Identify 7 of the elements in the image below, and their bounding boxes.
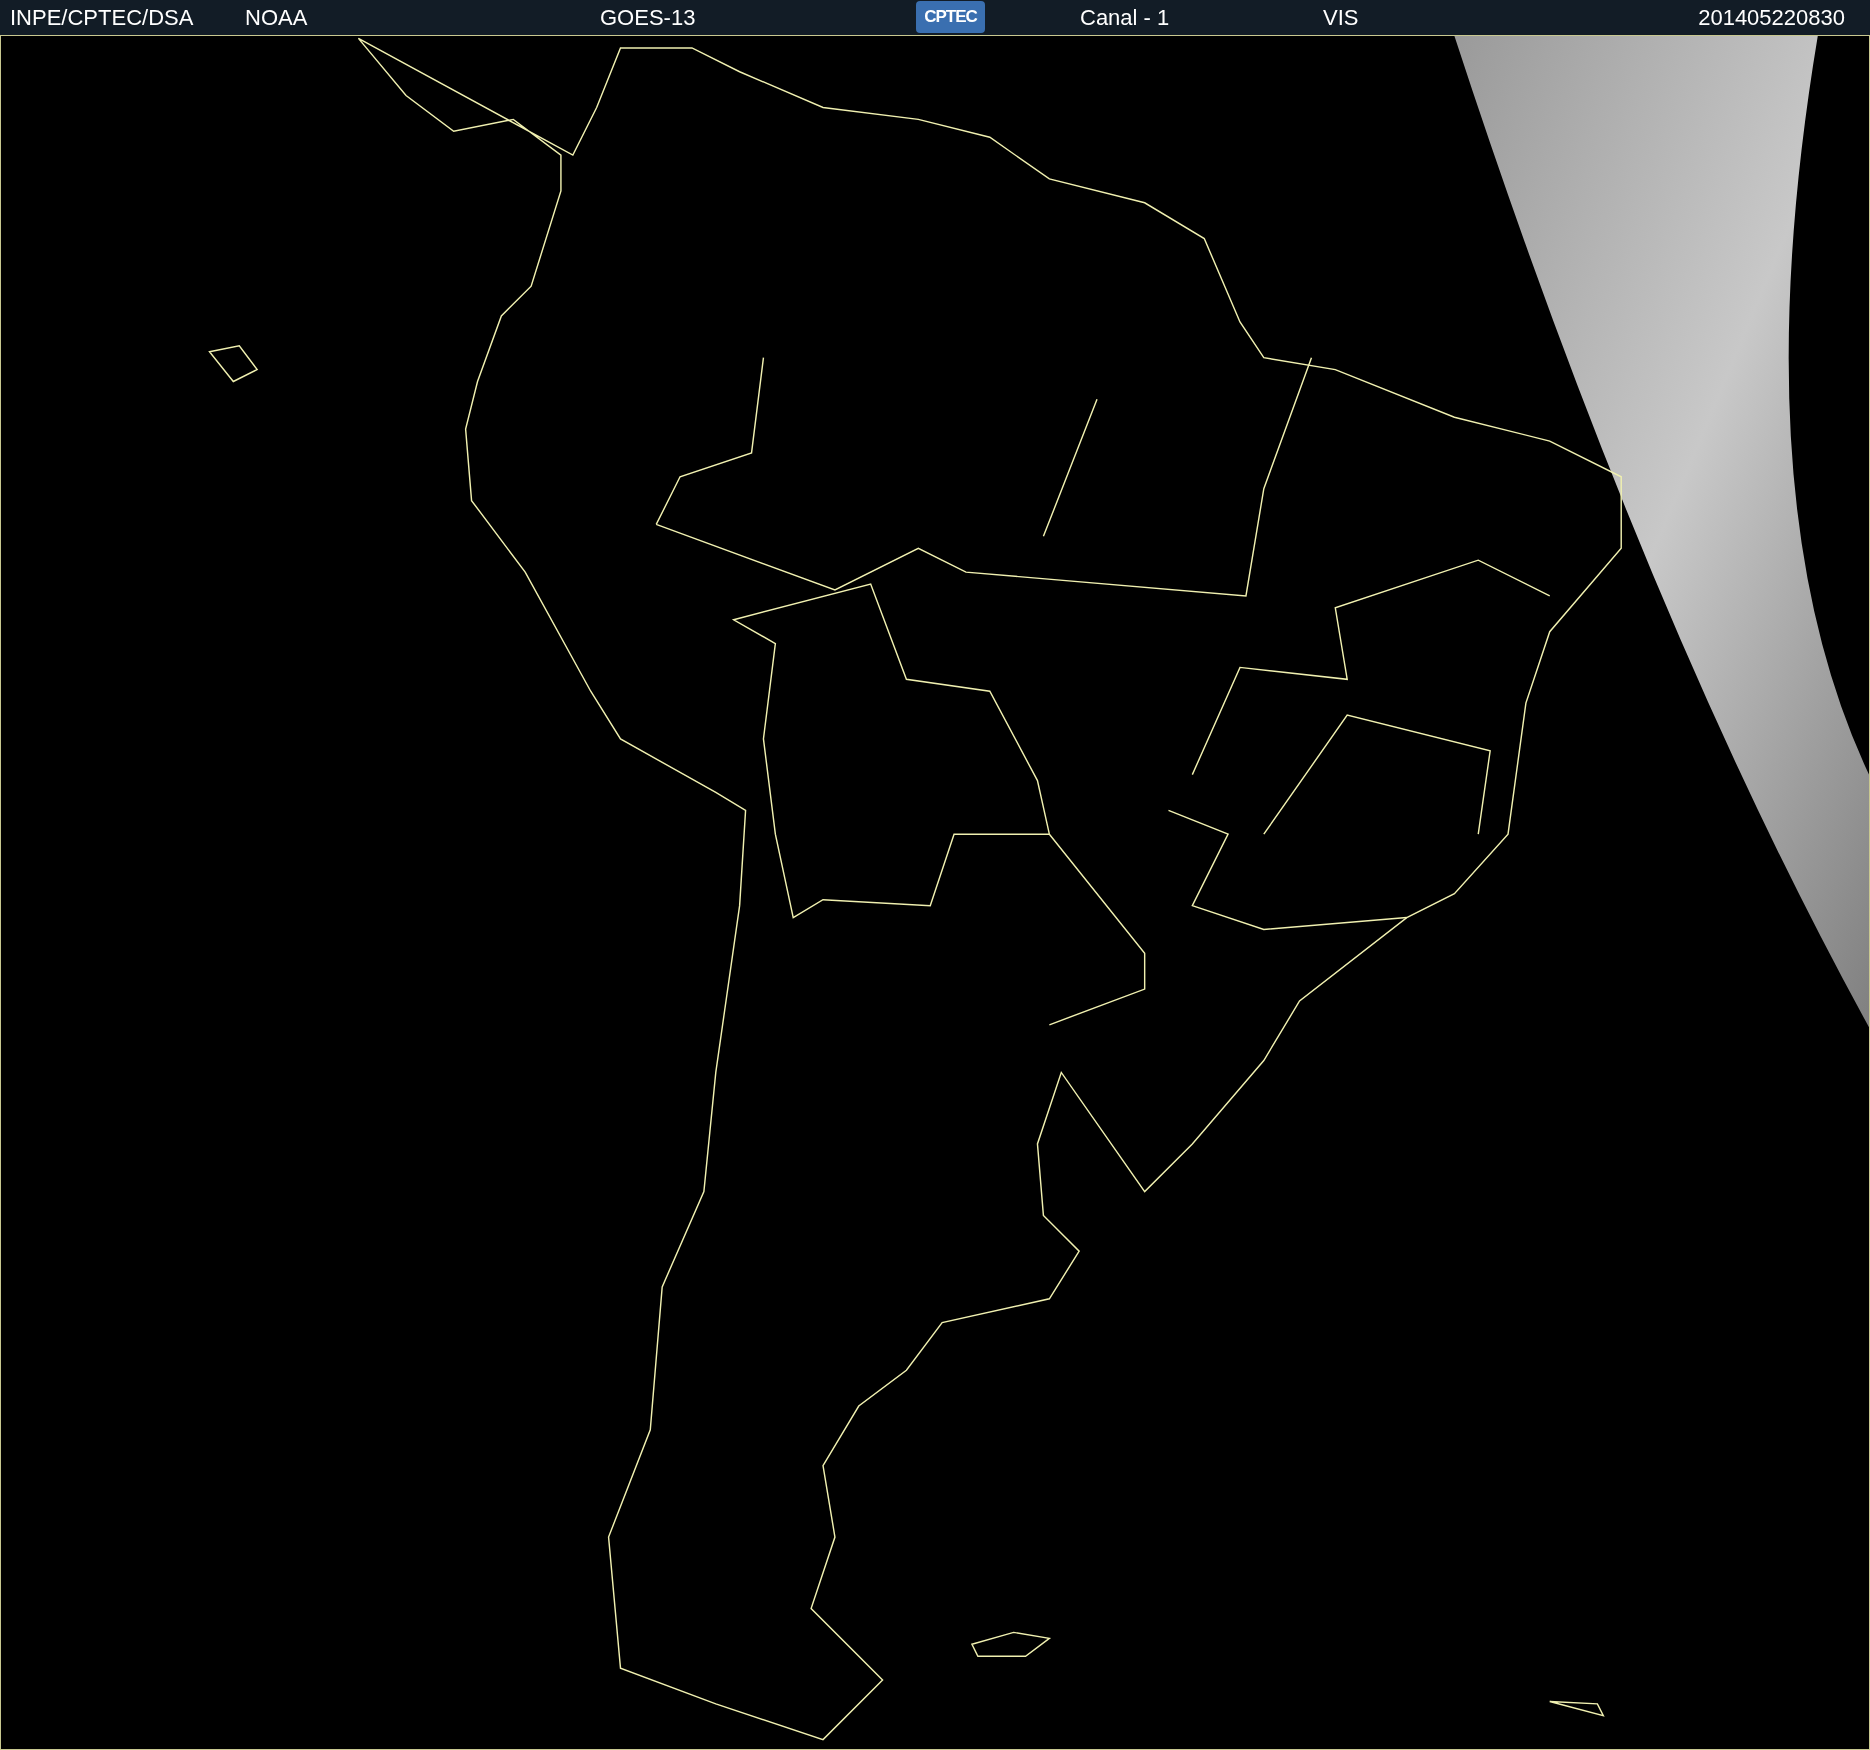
timestamp-label: 201405220830 — [1698, 6, 1845, 30]
satellite-label: GOES-13 — [600, 6, 696, 30]
source-label: NOAA — [245, 6, 308, 30]
band-label: VIS — [1323, 6, 1359, 30]
agency-label: INPE/CPTEC/DSA — [10, 6, 194, 30]
channel-label: Canal - 1 — [1080, 6, 1170, 30]
logo: CPTEC — [916, 1, 985, 33]
